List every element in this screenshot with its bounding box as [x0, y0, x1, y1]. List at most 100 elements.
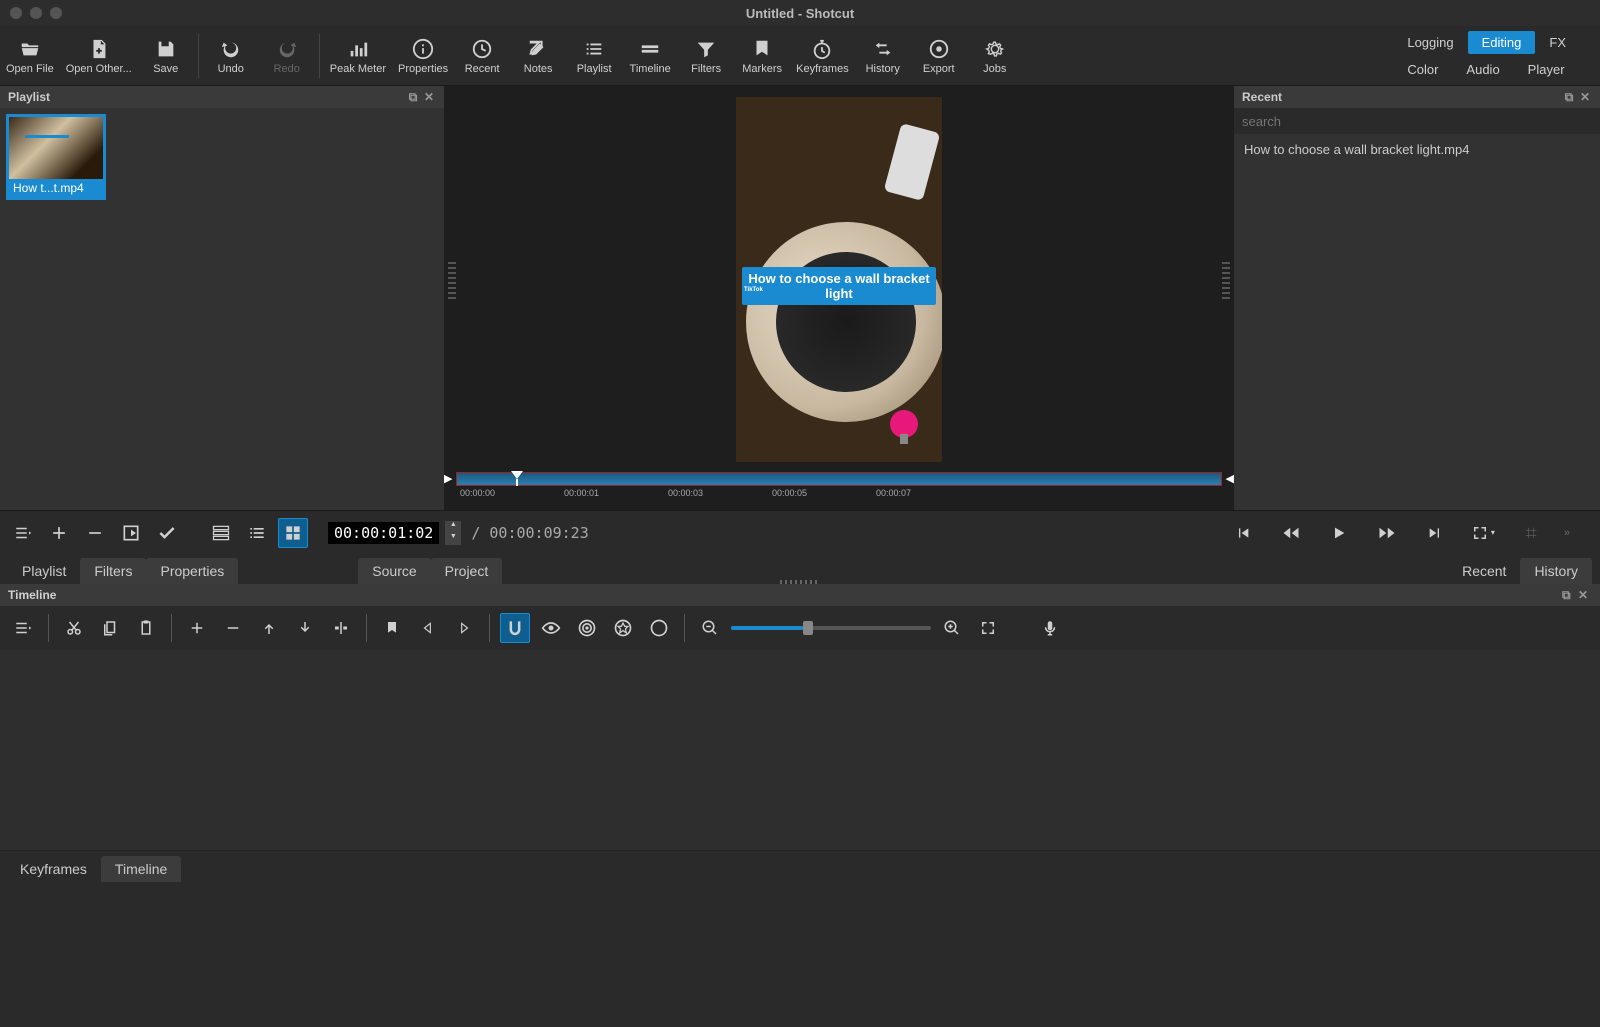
properties-button[interactable]: Properties [392, 26, 454, 85]
recent-search-input[interactable] [1234, 108, 1600, 134]
history-button[interactable]: History [855, 26, 911, 85]
panel-float-icon[interactable]: ⧉ [1562, 90, 1576, 104]
view-details-button[interactable] [206, 518, 236, 548]
ripple-button[interactable] [572, 613, 602, 643]
recent-item[interactable]: How to choose a wall bracket light.mp4 [1242, 140, 1592, 159]
grid-button[interactable] [1516, 518, 1546, 548]
playlist-body[interactable]: How t...t.mp4 [0, 108, 444, 510]
tab-source[interactable]: Source [358, 558, 430, 584]
panel-float-icon[interactable]: ⧉ [406, 90, 420, 104]
playhead[interactable] [511, 471, 523, 479]
tab-keyframes[interactable]: Keyframes [6, 856, 101, 882]
export-disc-icon [927, 37, 951, 61]
scrub-button[interactable] [536, 613, 566, 643]
skip-start-button[interactable] [1228, 518, 1258, 548]
ripple-all-button[interactable] [608, 613, 638, 643]
panel-grip[interactable] [780, 580, 820, 584]
paste-button[interactable] [131, 613, 161, 643]
panel-resize-left[interactable] [448, 259, 456, 299]
fast-forward-button[interactable] [1372, 518, 1402, 548]
remove-button[interactable] [218, 613, 248, 643]
more-icon[interactable]: » [1564, 527, 1570, 539]
panel-close-icon[interactable]: ✕ [1578, 588, 1592, 602]
rewind-button[interactable] [1276, 518, 1306, 548]
markers-button[interactable]: Markers [734, 26, 790, 85]
panel-close-icon[interactable]: ✕ [1578, 90, 1592, 104]
export-button[interactable]: Export [911, 26, 967, 85]
maximize-window-icon[interactable] [50, 7, 62, 19]
next-marker-button[interactable] [449, 613, 479, 643]
copy-button[interactable] [95, 613, 125, 643]
tab-filters[interactable]: Filters [80, 558, 146, 584]
snap-button[interactable] [500, 613, 530, 643]
zoom-in-button[interactable] [937, 613, 967, 643]
playlist-button[interactable]: Playlist [566, 26, 622, 85]
playlist-menu-button[interactable] [8, 518, 38, 548]
in-point-icon[interactable]: ▶ [444, 472, 452, 485]
close-window-icon[interactable] [10, 7, 22, 19]
tab-project[interactable]: Project [431, 558, 503, 584]
mode-audio[interactable]: Audio [1452, 58, 1513, 81]
preview-scrubber[interactable]: ▶ ◀ 00:00:00 00:00:01 00:00:03 00:00:05 … [456, 472, 1222, 510]
undo-button[interactable]: Undo [203, 26, 259, 85]
save-button[interactable]: Save [138, 26, 194, 85]
play-button[interactable] [1324, 518, 1354, 548]
append-button[interactable] [182, 613, 212, 643]
prev-marker-button[interactable] [413, 613, 443, 643]
mode-editing[interactable]: Editing [1468, 31, 1536, 54]
playlist-insert-button[interactable] [116, 518, 146, 548]
panel-resize-right[interactable] [1222, 259, 1230, 299]
tab-playlist[interactable]: Playlist [8, 558, 80, 584]
marker-icon [750, 37, 774, 61]
playlist-clip[interactable]: How t...t.mp4 [6, 114, 106, 200]
timeline-menu-button[interactable] [8, 613, 38, 643]
current-timecode[interactable]: 00:00:01:02 [328, 522, 439, 544]
keyframes-button[interactable]: Keyframes [790, 26, 855, 85]
recent-button[interactable]: Recent [454, 26, 510, 85]
cut-button[interactable] [59, 613, 89, 643]
minimize-window-icon[interactable] [30, 7, 42, 19]
marker-add-button[interactable] [377, 613, 407, 643]
view-list-button[interactable] [242, 518, 272, 548]
split-button[interactable] [326, 613, 356, 643]
record-audio-button[interactable] [1035, 613, 1065, 643]
history-arrows-icon [871, 37, 895, 61]
zoom-fit-timeline-button[interactable] [973, 613, 1003, 643]
timeline-toolbar [0, 606, 1600, 650]
ripple-markers-button[interactable] [644, 613, 674, 643]
timeline-button[interactable]: Timeline [622, 26, 678, 85]
tab-history[interactable]: History [1520, 558, 1592, 584]
redo-button[interactable]: Redo [259, 26, 315, 85]
playlist-remove-button[interactable] [80, 518, 110, 548]
open-other-button[interactable]: Open Other... [60, 26, 138, 85]
save-icon [154, 37, 178, 61]
peak-meter-button[interactable]: Peak Meter [324, 26, 392, 85]
playlist-update-button[interactable] [152, 518, 182, 548]
mode-color[interactable]: Color [1393, 58, 1452, 81]
zoom-out-button[interactable] [695, 613, 725, 643]
zoom-fit-button[interactable]: ▾ [1468, 518, 1498, 548]
skip-end-button[interactable] [1420, 518, 1450, 548]
lift-button[interactable] [254, 613, 284, 643]
mode-fx[interactable]: FX [1535, 31, 1580, 54]
mode-player[interactable]: Player [1514, 58, 1579, 81]
playlist-add-button[interactable] [44, 518, 74, 548]
open-file-button[interactable]: Open File [0, 26, 60, 85]
panel-close-icon[interactable]: ✕ [422, 90, 436, 104]
out-point-icon[interactable]: ◀ [1226, 472, 1234, 485]
panel-float-icon[interactable]: ⧉ [1562, 588, 1576, 602]
overwrite-button[interactable] [290, 613, 320, 643]
redo-icon [275, 37, 299, 61]
timeline-tracks[interactable] [0, 650, 1600, 850]
view-tiles-button[interactable] [278, 518, 308, 548]
filters-button[interactable]: Filters [678, 26, 734, 85]
notes-button[interactable]: Notes [510, 26, 566, 85]
tab-timeline[interactable]: Timeline [101, 856, 181, 882]
jobs-button[interactable]: Jobs [967, 26, 1023, 85]
timecode-spinner[interactable]: ▲▼ [445, 521, 461, 545]
video-preview[interactable]: How to choose a wall bracket light TikTo… [736, 97, 942, 462]
mode-logging[interactable]: Logging [1393, 31, 1467, 54]
zoom-slider[interactable] [731, 626, 931, 630]
tab-properties[interactable]: Properties [146, 558, 238, 584]
tab-recent[interactable]: Recent [1448, 558, 1520, 584]
